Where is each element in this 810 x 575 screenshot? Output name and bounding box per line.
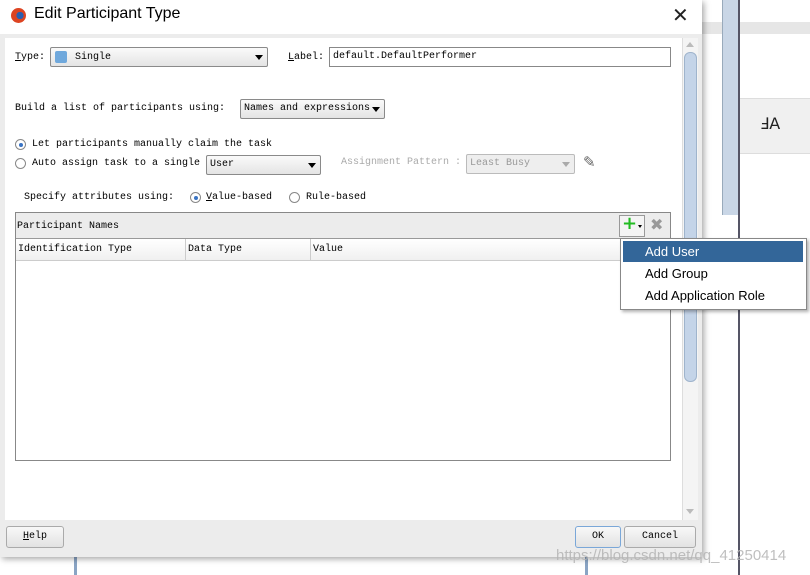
auto-assign-radio[interactable]: [15, 158, 26, 169]
type-select[interactable]: Single: [50, 47, 268, 67]
build-list-select[interactable]: Names and expressions: [240, 99, 385, 119]
ok-button[interactable]: OK: [575, 526, 621, 548]
scroll-down-icon[interactable]: [686, 509, 694, 514]
build-list-label: Build a list of participants using:: [15, 103, 226, 114]
label-input[interactable]: default.DefaultPerformer: [329, 47, 671, 67]
add-participant-menu: Add User Add Group Add Application Role: [620, 238, 807, 310]
menu-item-add-group[interactable]: Add Group: [623, 263, 803, 284]
add-participant-button[interactable]: +: [619, 213, 645, 237]
assignment-pattern-value: Least Busy: [470, 158, 531, 169]
dialog-title: Edit Participant Type: [34, 5, 181, 22]
cancel-button[interactable]: Cancel: [624, 526, 696, 548]
auto-assign-select[interactable]: User: [206, 155, 321, 175]
column-divider: [310, 239, 311, 260]
auto-assign-label: Auto assign task to a single: [32, 158, 201, 169]
participant-names-table: Participant Names + ✖ Identification Typ…: [15, 212, 671, 461]
text-direction-icon[interactable]: ℲA: [760, 114, 780, 133]
watermark: https://blog.csdn.net/qq_41250414: [556, 547, 787, 564]
chevron-down-icon: [372, 107, 380, 112]
manual-claim-label: Let participants manually claim the task: [32, 139, 273, 150]
value-based-label: Value-based: [206, 192, 273, 203]
column-header-value[interactable]: Value: [313, 244, 343, 255]
type-label: Type:: [15, 52, 46, 63]
table-title: Participant Names: [17, 221, 120, 232]
background-top-strip: [702, 22, 810, 34]
close-icon[interactable]: ✕: [672, 3, 689, 27]
rule-based-label: Rule-based: [306, 192, 367, 203]
column-header-data-type[interactable]: Data Type: [188, 244, 242, 255]
column-header-identification-type[interactable]: Identification Type: [18, 244, 132, 255]
delete-icon[interactable]: ✖: [650, 215, 663, 234]
chevron-down-icon: [562, 162, 570, 167]
assignment-pattern-select: Least Busy: [466, 154, 575, 174]
scrollbar-thumb[interactable]: [684, 52, 697, 382]
manual-claim-radio[interactable]: [15, 139, 26, 150]
chevron-down-icon: [255, 55, 263, 60]
column-divider: [185, 239, 186, 260]
build-list-value: Names and expressions: [244, 103, 371, 114]
user-icon: [55, 51, 67, 63]
attributes-label: Specify attributes using:: [24, 192, 175, 203]
title-bar: Edit Participant Type ✕: [0, 0, 702, 34]
type-value: Single: [75, 52, 112, 63]
plus-icon: +: [622, 213, 638, 234]
rule-based-radio[interactable]: [289, 192, 300, 203]
value-based-radio[interactable]: [190, 192, 201, 203]
background-line-left: [74, 557, 77, 575]
menu-item-add-application-role[interactable]: Add Application Role: [623, 285, 803, 306]
scroll-up-icon[interactable]: [686, 42, 694, 47]
assignment-pattern-label: Assignment Pattern :: [341, 157, 462, 168]
auto-assign-value: User: [210, 159, 235, 170]
dialog-content: Type: Single Label: default.DefaultPerfo…: [5, 38, 698, 520]
help-button[interactable]: Help: [6, 526, 64, 548]
label-label: Label:: [288, 52, 325, 63]
menu-item-add-user[interactable]: Add User: [623, 241, 803, 262]
edit-participant-dialog: Edit Participant Type ✕ Type: Single Lab…: [0, 0, 702, 557]
edit-pencil-icon[interactable]: ✎: [583, 153, 596, 171]
app-logo-icon: [11, 8, 26, 23]
dropdown-arrow-icon: [638, 225, 642, 228]
chevron-down-icon: [308, 163, 316, 168]
